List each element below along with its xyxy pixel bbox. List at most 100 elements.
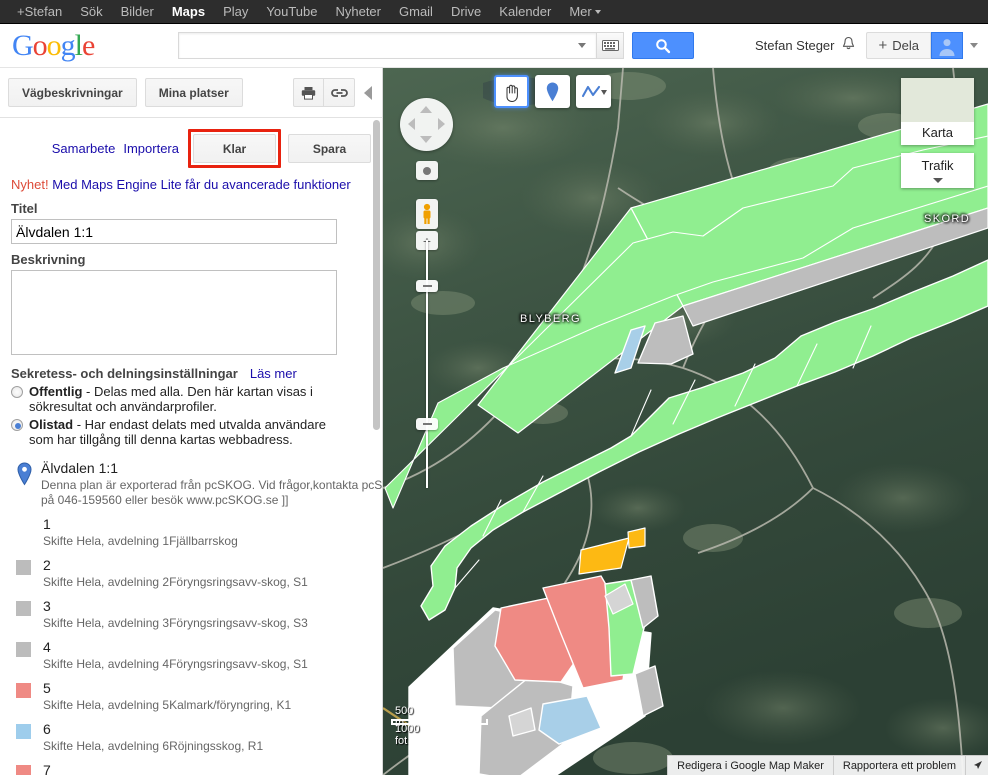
gbar-item-maps[interactable]: Maps	[163, 0, 214, 24]
layer-item-name[interactable]: 1	[43, 516, 238, 532]
layer-list: Älvdalen 1:1 Denna plan är exporterad fr…	[11, 460, 382, 775]
zoom-out-button[interactable]	[416, 418, 438, 430]
pan-up-icon[interactable]	[420, 106, 432, 113]
gbar-item-bilder[interactable]: Bilder	[112, 0, 163, 24]
panel-scrollbar[interactable]	[373, 120, 380, 430]
pan-left-icon[interactable]	[408, 118, 415, 130]
list-item[interactable]: 6 Skifte Hela, avdelning 6Röjningsskog, …	[11, 721, 371, 754]
panel-toolbar: Vägbeskrivningar Mina platser	[0, 68, 382, 118]
zoom-slider-track[interactable]	[416, 240, 438, 488]
list-item[interactable]: 3 Skifte Hela, avdelning 3Föryngsringsav…	[11, 598, 371, 631]
printer-icon[interactable]	[293, 78, 324, 107]
privacy-option-unlisted[interactable]: Olistad - Har endast delats med utvalda …	[11, 417, 371, 447]
layer-item-name[interactable]: 2	[43, 557, 308, 573]
list-item[interactable]: 5 Skifte Hela, avdelning 5Kalmark/föryng…	[11, 680, 371, 713]
list-item[interactable]: 7	[11, 762, 371, 775]
keyboard-icon[interactable]	[596, 32, 624, 59]
share-button-label: Dela	[892, 38, 919, 53]
map-type-karta-button[interactable]: Karta	[901, 78, 974, 145]
search-input-wrapper[interactable]	[178, 32, 596, 59]
map-thumbnail	[901, 78, 974, 122]
list-item[interactable]: 2 Skifte Hela, avdelning 2Föryngsringsav…	[11, 557, 371, 590]
radio-unlisted[interactable]	[11, 419, 23, 431]
title-input[interactable]	[11, 219, 337, 244]
user-name-label[interactable]: Stefan Steger	[755, 38, 835, 53]
radio-public[interactable]	[11, 386, 23, 398]
gbar-item-mer[interactable]: Mer	[560, 0, 609, 24]
gbar-item-sok[interactable]: Sök	[71, 0, 111, 24]
layer-item-name[interactable]: 3	[43, 598, 308, 614]
collaborate-link[interactable]: Samarbete	[52, 141, 116, 156]
read-more-link[interactable]: Läs mer	[250, 366, 297, 381]
app-body: Vägbeskrivningar Mina platser Samarbete …	[0, 68, 988, 775]
panel-action-row: Samarbete Importera Klar Spara	[11, 118, 371, 168]
chevron-down-icon[interactable]	[578, 43, 586, 48]
layer-root-item[interactable]: Älvdalen 1:1 Denna plan är exporterad fr…	[11, 460, 382, 508]
avatar[interactable]	[931, 32, 963, 59]
privacy-option-public-text: Offentlig - Delas med alla. Den här kart…	[29, 384, 329, 414]
panel-icon-buttons	[293, 78, 355, 107]
line-tool-icon[interactable]	[576, 75, 611, 108]
zoom-slider-handle[interactable]	[416, 280, 438, 292]
layer-color-swatch[interactable]	[16, 560, 31, 575]
layer-color-swatch[interactable]	[16, 642, 31, 657]
search-input[interactable]	[185, 36, 574, 55]
traffic-button[interactable]: Trafik	[901, 153, 974, 188]
fullscreen-arrow-icon[interactable]	[966, 756, 988, 775]
map-type-controls: Karta Trafik	[901, 78, 974, 188]
promo-link[interactable]: Med Maps Engine Lite får du avancerade f…	[49, 177, 350, 192]
layer-root-title[interactable]: Älvdalen 1:1	[41, 460, 382, 476]
search-button[interactable]	[632, 32, 694, 59]
list-item[interactable]: 4 Skifte Hela, avdelning 4Föryngsringsav…	[11, 639, 371, 672]
layer-item-desc: Skifte Hela, avdelning 6Röjningsskog, R1	[43, 739, 264, 753]
share-button[interactable]: + Dela	[866, 32, 931, 59]
gbar-item-kalender[interactable]: Kalender	[490, 0, 560, 24]
description-input[interactable]	[11, 270, 337, 355]
list-item[interactable]: 1 Skifte Hela, avdelning 1Fjällbarrskog	[11, 516, 371, 549]
layer-item-desc: Skifte Hela, avdelning 2Föryngsringsavv-…	[43, 575, 308, 589]
gbar-item-play[interactable]: Play	[214, 0, 257, 24]
gbar-item-plus-stefan[interactable]: +Stefan	[8, 0, 71, 24]
map-maker-link[interactable]: Redigera i Google Map Maker	[668, 756, 834, 775]
layer-item-name[interactable]: 7	[43, 762, 51, 775]
import-link[interactable]: Importera	[123, 141, 179, 156]
chevron-down-icon[interactable]	[932, 178, 943, 183]
layer-color-swatch[interactable]	[16, 601, 31, 616]
layer-color-swatch[interactable]	[16, 519, 31, 534]
map-viewport[interactable]: BLYBERG SKORD +	[383, 68, 988, 775]
gbar-item-nyheter[interactable]: Nyheter	[326, 0, 390, 24]
directions-button[interactable]: Vägbeskrivningar	[8, 78, 137, 107]
layer-item-name[interactable]: 6	[43, 721, 263, 737]
pan-right-icon[interactable]	[438, 118, 445, 130]
google-top-nav-bar: +Stefan Sök Bilder Maps Play YouTube Nyh…	[0, 0, 988, 24]
layer-color-swatch[interactable]	[16, 724, 31, 739]
marker-tool-icon[interactable]	[535, 75, 570, 108]
privacy-option-public[interactable]: Offentlig - Delas med alla. Den här kart…	[11, 384, 371, 414]
pan-down-icon[interactable]	[420, 136, 432, 143]
pan-control-icon[interactable]	[400, 98, 453, 151]
layer-color-swatch[interactable]	[16, 683, 31, 698]
gbar-item-gmail[interactable]: Gmail	[390, 0, 442, 24]
save-button[interactable]: Spara	[288, 134, 371, 163]
google-logo[interactable]: Google	[12, 29, 162, 63]
link-icon[interactable]	[324, 78, 355, 107]
layer-item-desc: Skifte Hela, avdelning 5Kalmark/föryngri…	[43, 698, 292, 712]
gbar-item-youtube[interactable]: YouTube	[257, 0, 326, 24]
collapse-panel-icon[interactable]	[364, 85, 372, 100]
description-field-label: Beskrivning	[11, 252, 86, 267]
layer-color-swatch[interactable]	[16, 765, 31, 775]
map-draw-tools	[494, 75, 617, 108]
locate-dot-icon[interactable]	[416, 161, 438, 180]
hand-tool-icon[interactable]	[494, 75, 529, 108]
pegman-icon[interactable]	[416, 199, 438, 229]
report-problem-link[interactable]: Rapportera ett problem	[834, 756, 966, 775]
my-places-button[interactable]: Mina platser	[144, 78, 243, 107]
done-button[interactable]: Klar	[193, 134, 276, 163]
layer-item-name[interactable]: 4	[43, 639, 308, 655]
layer-item-text: 3 Skifte Hela, avdelning 3Föryngsringsav…	[43, 598, 308, 631]
gbar-item-drive[interactable]: Drive	[442, 0, 490, 24]
bell-icon[interactable]	[841, 36, 856, 55]
layer-item-name[interactable]: 5	[43, 680, 291, 696]
privacy-option-unlisted-desc: - Har endast delats med utvalda användar…	[29, 417, 327, 447]
chevron-down-icon[interactable]	[970, 43, 978, 48]
